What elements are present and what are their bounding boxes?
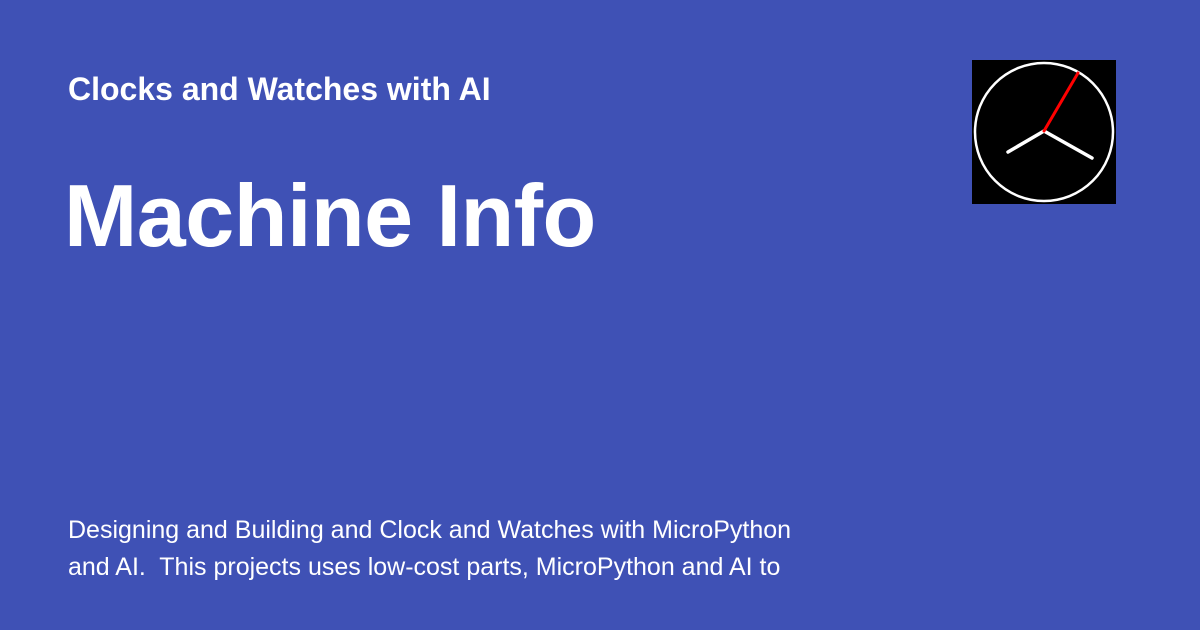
minute-hand [1042, 129, 1094, 160]
second-hand [1042, 71, 1080, 133]
hour-hand [1006, 129, 1046, 154]
page-description: Designing and Building and Clock and Wat… [68, 516, 792, 581]
social-card: Clocks and Watches with AI Machine Info … [0, 0, 1200, 630]
page-title: Machine Info [64, 166, 596, 265]
analog-clock-icon [973, 61, 1115, 203]
site-logo [972, 60, 1116, 204]
site-name: Clocks and Watches with AI [68, 71, 491, 107]
